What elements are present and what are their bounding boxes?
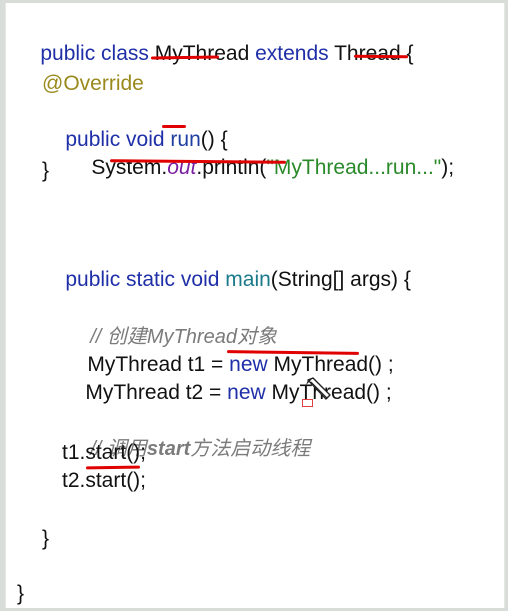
keyword-public-static-void: public static void xyxy=(65,268,226,291)
class-name: MyThread xyxy=(154,42,250,65)
t2-keyword-new: new xyxy=(227,381,266,404)
run-close-brace: } xyxy=(42,159,50,182)
open-brace: { xyxy=(400,42,414,65)
selection-box-marker xyxy=(302,399,313,407)
string-literal: "MyThread...run..." xyxy=(266,156,442,179)
main-params: (String[] args) { xyxy=(270,268,411,291)
t2-start-call: t2.start(); xyxy=(62,469,147,492)
t2-decl: MyThread t2 = xyxy=(85,381,228,404)
keyword-public-class: public class xyxy=(40,42,155,65)
t1-start-call: t1.start(); xyxy=(62,441,147,464)
keyword-extends: extends xyxy=(249,42,335,65)
underline-mark-thread xyxy=(353,54,409,59)
comment-start-bold: start xyxy=(146,438,191,460)
override-annotation: @Override xyxy=(42,72,144,95)
println-end: ); xyxy=(441,156,455,179)
println-line: System.out.println("MyThread...run..."); xyxy=(68,129,454,207)
super-class-name: Thread xyxy=(334,42,401,65)
comment-start-suffix: 方法启动线程 xyxy=(190,438,311,460)
code-slide: public class MyThread extends Thread { @… xyxy=(5,3,505,608)
main-close-brace: } xyxy=(42,527,50,550)
underline-mark-run xyxy=(162,125,186,128)
main-method-name: main xyxy=(225,268,271,291)
class-close-brace: } xyxy=(17,582,25,605)
